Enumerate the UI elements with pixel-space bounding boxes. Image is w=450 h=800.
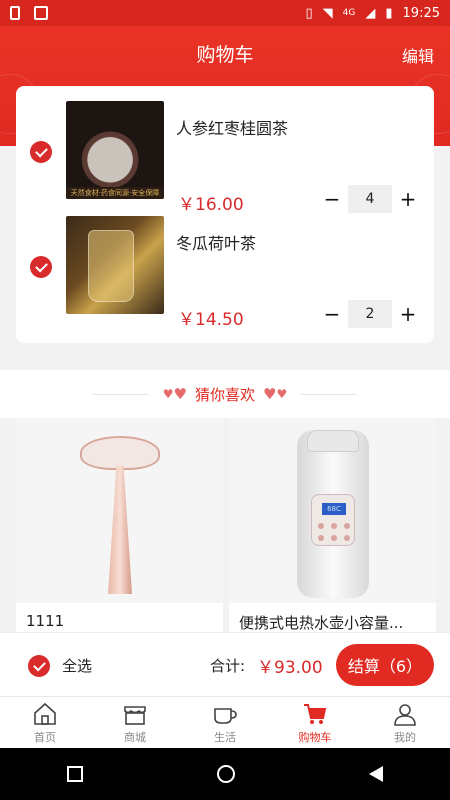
product-card[interactable]: 68C 便携式电热水壶小容量... [229,418,436,638]
kettle-image: 68C [297,430,369,598]
heart-icon: ♥ [263,385,277,403]
heart-icon: ♥ [162,387,174,401]
total-label: 合计: [210,657,246,675]
decrease-button[interactable]: − [324,187,341,211]
battery-icon: ▮ [385,5,393,21]
kettle-display: 68C [322,503,346,515]
vibrate-icon: ▯ [305,5,313,21]
network-label: 4G [342,8,356,18]
product-card[interactable]: 1111 [16,418,223,638]
checkout-bar: 全选 合计: ￥93.00 结算（6） [0,632,450,696]
product-name[interactable]: 1111 [26,612,214,630]
tab-label: 生活 [214,730,236,744]
decrease-button[interactable]: − [324,302,341,326]
item-name[interactable]: 人参红枣桂圆茶 [176,115,288,139]
checkout-button[interactable]: 结算（6） [336,644,434,686]
tab-label: 商城 [124,730,146,744]
product-thumbnail[interactable]: 天然食材·药食同源·安全保障 [66,101,164,199]
tab-store[interactable]: 商城 [90,697,180,748]
home-button-icon[interactable] [217,765,235,783]
quantity-input[interactable]: 2 [348,300,392,328]
cart-icon [304,703,327,724]
tab-label: 购物车 [298,730,332,744]
product-image[interactable] [16,418,223,603]
divider [92,393,149,395]
quantity-stepper: − 4 + [324,185,416,213]
item-checkbox[interactable] [30,256,52,278]
tea-glass-image [88,230,134,302]
cart-item: 冬瓜荷叶茶 ￥14.50 − 2 + [16,216,434,330]
wifi-icon: ◥ [322,5,333,21]
select-all-label[interactable]: 全选 [62,655,92,676]
lamp-image [80,436,160,596]
product-thumbnail[interactable] [66,216,164,314]
cart-item: 天然食材·药食同源·安全保障 人参红枣桂圆茶 ￥16.00 − 4 + [16,101,434,215]
user-icon [394,703,416,726]
quantity-input[interactable]: 4 [348,185,392,213]
heart-icon: ♥ [173,385,187,403]
page-title: 购物车 [196,44,254,66]
thumbnail-caption: 天然食材·药食同源·安全保障 [66,187,164,199]
bottom-tab-bar: 首页 商城 生活 购物车 我的 [0,696,450,748]
increase-button[interactable]: + [400,187,417,211]
edit-button[interactable]: 编辑 [402,43,434,67]
tab-profile[interactable]: 我的 [360,697,450,748]
signal-icon: ◢ [365,5,376,21]
quantity-stepper: − 2 + [324,300,416,328]
home-icon [34,702,56,725]
back-icon[interactable] [369,766,383,782]
item-price: ￥14.50 [178,310,244,330]
tab-label: 首页 [34,730,56,744]
status-bar: ▯ ◥ 4G ◢ ▮ 19:25 [0,0,450,26]
select-all-checkbox[interactable] [28,655,50,677]
product-name[interactable]: 便携式电热水壶小容量... [239,612,427,633]
store-icon [124,705,146,725]
heart-icon: ♥ [276,387,288,401]
recent-apps-icon[interactable] [67,766,83,782]
recommend-header: ♥ ♥ 猜你喜欢 ♥ ♥ [0,370,450,418]
product-image[interactable]: 68C [229,418,436,603]
tab-label: 我的 [394,730,416,744]
phone-status-icon [10,6,20,20]
system-nav-bar [0,748,450,800]
item-price: ￥16.00 [178,195,244,215]
tab-cart[interactable]: 购物车 [270,697,360,748]
item-checkbox[interactable] [30,141,52,163]
cup-icon [214,707,237,724]
recommend-title: 猜你喜欢 [194,385,255,404]
recommend-grid: 1111 68C 便携式电热水壶小容量... [0,418,450,638]
tab-life[interactable]: 生活 [180,697,270,748]
divider [301,393,358,395]
image-status-icon [34,6,48,20]
tab-home[interactable]: 首页 [0,697,90,748]
item-name[interactable]: 冬瓜荷叶茶 [176,230,256,254]
cart-list: 天然食材·药食同源·安全保障 人参红枣桂圆茶 ￥16.00 − 4 + 冬瓜荷叶… [16,86,434,343]
clock: 19:25 [402,5,440,21]
total-value: ￥93.00 [257,658,323,678]
increase-button[interactable]: + [400,302,417,326]
